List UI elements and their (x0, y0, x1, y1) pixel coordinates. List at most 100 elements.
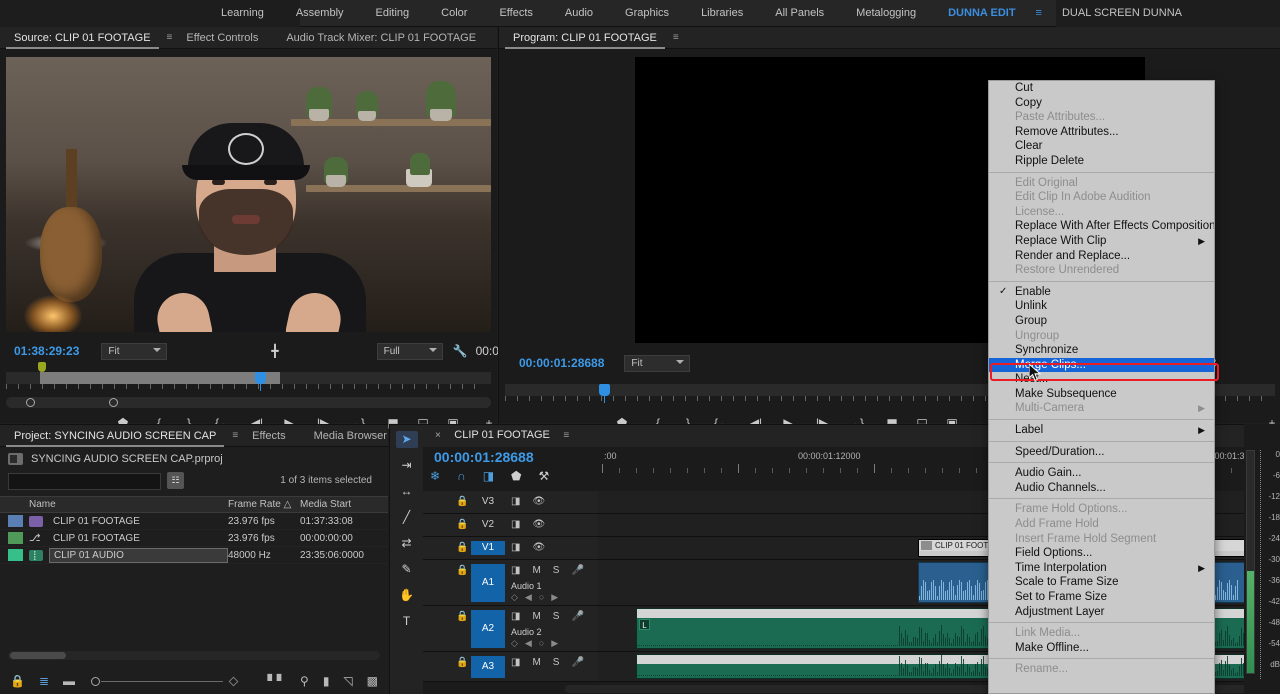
menu-item-merge-clips[interactable]: Merge Clips... (989, 358, 1214, 373)
project-file-row[interactable]: SYNCING AUDIO SCREEN CAP.prproj (0, 447, 388, 469)
timeline-tab-label[interactable]: CLIP 01 FOOTAGE (454, 429, 550, 441)
program-current-timecode[interactable]: 00:00:01:28688 (519, 356, 604, 370)
mute-track-icon[interactable]: M (532, 565, 540, 576)
menu-item-adjustment-layer[interactable]: Adjustment Layer (989, 605, 1214, 620)
menu-item-label[interactable]: Label▶ (989, 423, 1214, 438)
item-name[interactable]: CLIP 01 AUDIO (49, 548, 228, 563)
workspace-tab-metalogging[interactable]: Metalogging (840, 0, 932, 27)
zoom-slider[interactable] (89, 676, 239, 686)
table-row[interactable]: CLIP 01 FOOTAGE23.976 fps01:37:33:08 (0, 513, 388, 530)
timeline-settings-icon[interactable]: ⚒ (538, 469, 549, 483)
source-tab-2[interactable]: Audio Track Mixer: CLIP 01 FOOTAGE (272, 27, 490, 49)
sync-lock-icon[interactable]: ◨ (511, 542, 520, 553)
track-select-forward-tool[interactable]: ⇥ (396, 457, 418, 474)
item-name[interactable]: CLIP 01 FOOTAGE (49, 515, 228, 528)
project-panel-menu-icon[interactable]: ≡ (230, 430, 238, 441)
list-view-icon[interactable]: ≣ (39, 674, 49, 688)
column-header-name[interactable]: Name (29, 499, 228, 510)
menu-item-synchronize[interactable]: Synchronize (989, 343, 1214, 358)
menu-item-set-to-frame-size[interactable]: Set to Frame Size (989, 590, 1214, 605)
table-row[interactable]: ⎇CLIP 01 FOOTAGE23.976 fps00:00:00:00 (0, 530, 388, 547)
track-target-v3[interactable]: V3 (471, 495, 505, 509)
project-tab-2[interactable]: Media Browser (300, 425, 401, 447)
ripple-edit-tool[interactable]: ↔ (396, 483, 418, 500)
menu-item-remove-attributes[interactable]: Remove Attributes... (989, 125, 1214, 140)
menu-item-nest[interactable]: Nest... (989, 372, 1214, 387)
automate-to-sequence-icon[interactable]: ▘▘ (268, 674, 286, 688)
zoom-handle-left[interactable] (26, 398, 35, 407)
program-tab-0[interactable]: Program: CLIP 01 FOOTAGE (499, 27, 671, 49)
sync-lock-icon[interactable]: ◨ (511, 611, 520, 622)
project-horizontal-scrollbar[interactable] (8, 651, 380, 660)
find-icon[interactable]: ⚲ (300, 674, 309, 688)
delete-icon[interactable]: ▩ (367, 674, 378, 688)
snap-icon[interactable]: ∩ (457, 469, 466, 483)
eye-icon[interactable]: 👁 (532, 496, 545, 507)
workspace-tab-effects[interactable]: Effects (483, 0, 548, 27)
source-marker[interactable] (38, 362, 46, 372)
column-header-frame-rate[interactable]: Frame Rate △ (228, 499, 300, 510)
lock-icon[interactable]: 🔒 (456, 657, 468, 668)
lock-icon[interactable]: 🔒 (456, 611, 468, 622)
keyframe-navigation-controls[interactable]: ◇◀○▶ (511, 592, 565, 603)
source-zoom-scrollbar[interactable] (6, 397, 491, 408)
workspace-tab-color[interactable]: Color (425, 0, 483, 27)
workspace-tab-learning[interactable]: Learning (205, 0, 280, 27)
workspace-tab-dunna-edit[interactable]: DUNNA EDIT (932, 0, 1031, 27)
menu-item-time-interpolation[interactable]: Time Interpolation▶ (989, 561, 1214, 576)
timeline-panel-menu-icon[interactable]: ≡ (561, 430, 569, 441)
track-target-a3[interactable]: A3 (471, 656, 505, 678)
timeline-timecode[interactable]: 00:00:01:28688 (434, 449, 534, 465)
source-in-out-range[interactable] (40, 372, 280, 384)
sync-lock-icon[interactable]: ◨ (511, 519, 520, 530)
scrollbar-thumb[interactable] (10, 652, 66, 659)
wrench-icon[interactable]: 🔧 (453, 344, 468, 358)
keyframe-navigation-controls[interactable]: ◇◀○▶ (511, 638, 565, 649)
linked-selection-icon[interactable]: ◨ (483, 469, 494, 483)
lock-icon[interactable]: 🔒 (456, 542, 468, 553)
zoom-handle-right[interactable] (109, 398, 118, 407)
source-video-preview[interactable] (6, 57, 491, 332)
menu-item-speed-duration[interactable]: Speed/Duration... (989, 445, 1214, 460)
project-tab-0[interactable]: Project: SYNCING AUDIO SCREEN CAP (0, 425, 230, 447)
column-header-media-start[interactable]: Media Start (300, 499, 388, 510)
source-quality-select[interactable]: Full (377, 343, 443, 360)
menu-item-replace-with-after-effects-composition[interactable]: Replace With After Effects Composition (989, 219, 1214, 234)
menu-item-unlink[interactable]: Unlink (989, 299, 1214, 314)
source-scrub-area[interactable] (0, 363, 497, 393)
lock-icon[interactable]: 🔒 (456, 496, 468, 507)
lock-icon[interactable]: 🔒 (10, 674, 25, 688)
filter-bin-content-icon[interactable]: ☷ (167, 472, 184, 489)
source-playhead[interactable] (255, 372, 266, 384)
lock-icon[interactable]: 🔒 (456, 565, 468, 576)
razor-tool[interactable]: ╱ (396, 509, 418, 526)
eye-icon[interactable]: 👁 (532, 542, 545, 553)
table-row[interactable]: ⡇CLIP 01 AUDIO48000 Hz23:35:06:0000 (0, 547, 388, 564)
program-playhead[interactable] (599, 384, 610, 396)
source-current-timecode[interactable]: 01:38:29:23 (14, 344, 79, 358)
add-marker-icon[interactable]: ⬟ (511, 469, 521, 483)
search-input[interactable] (8, 473, 161, 490)
source-panel-menu-icon[interactable]: ≡ (165, 32, 173, 43)
mute-track-icon[interactable]: M (532, 657, 540, 668)
settings-drag-icon[interactable]: ╋ (271, 344, 278, 358)
track-target-v1[interactable]: V1 (471, 541, 505, 555)
menu-item-scale-to-frame-size[interactable]: Scale to Frame Size (989, 575, 1214, 590)
selection-tool[interactable]: ➤ (396, 431, 418, 448)
menu-item-replace-with-clip[interactable]: Replace With Clip▶ (989, 234, 1214, 249)
menu-item-render-and-replace[interactable]: Render and Replace... (989, 249, 1214, 264)
mute-track-icon[interactable]: M (532, 611, 540, 622)
lock-icon[interactable]: 🔒 (456, 519, 468, 530)
source-zoom-select[interactable]: Fit (101, 343, 167, 360)
program-panel-menu-icon[interactable]: ≡ (671, 32, 679, 43)
menu-item-make-subsequence[interactable]: Make Subsequence (989, 387, 1214, 402)
eye-icon[interactable]: 👁 (532, 519, 545, 530)
label-color-swatch[interactable] (8, 515, 23, 527)
solo-track-icon[interactable]: S (553, 565, 560, 576)
pen-tool[interactable]: ✎ (396, 561, 418, 578)
source-tab-1[interactable]: Effect Controls (172, 27, 272, 49)
menu-item-make-offline[interactable]: Make Offline... (989, 641, 1214, 656)
menu-item-clear[interactable]: Clear (989, 139, 1214, 154)
hand-tool[interactable]: ✋ (396, 587, 418, 604)
workspace-tab-libraries[interactable]: Libraries (685, 0, 759, 27)
